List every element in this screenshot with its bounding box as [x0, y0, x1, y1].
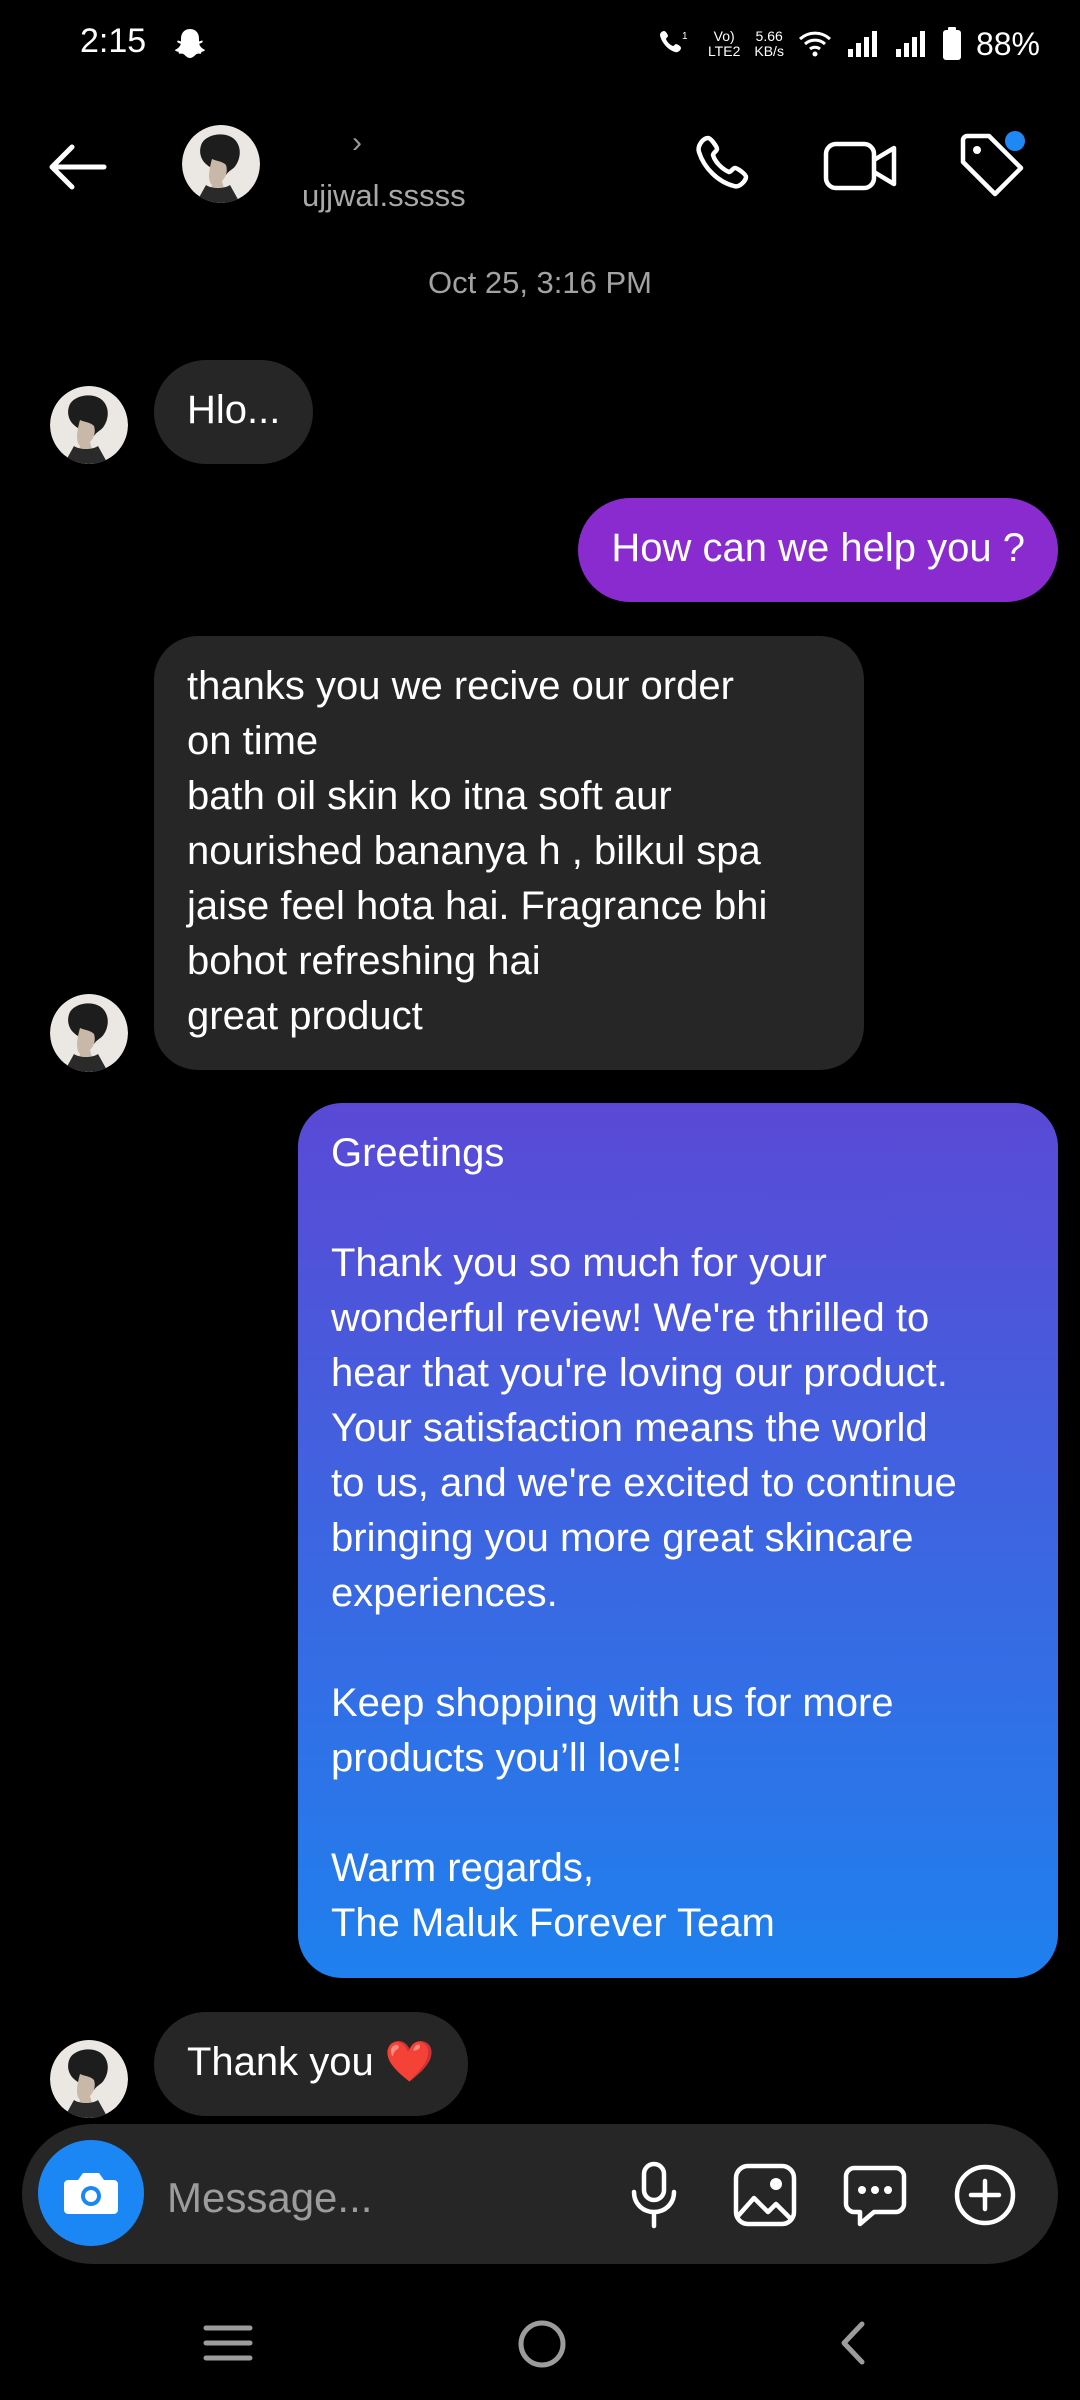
sender-avatar[interactable]: [50, 994, 128, 1072]
status-time: 2:15: [80, 22, 147, 60]
battery-percent: 88%: [975, 25, 1040, 62]
microphone-icon[interactable]: [622, 2160, 686, 2230]
message-bubble-incoming[interactable]: Thank you ❤️: [154, 2012, 468, 2116]
camera-icon: [64, 2173, 118, 2214]
wifi-icon: [798, 31, 831, 57]
message-text: Thank you: [187, 2040, 385, 2084]
snapchat-notification-icon: [175, 29, 205, 58]
message-bubble-incoming[interactable]: Hlo...: [154, 360, 314, 464]
profile-avatar[interactable]: [182, 125, 260, 203]
svg-text:1: 1: [682, 31, 688, 42]
sender-avatar[interactable]: [50, 2040, 128, 2118]
message-bubble-incoming[interactable]: thanks you we recive our order on time b…: [154, 636, 864, 1070]
camera-button[interactable]: [38, 2140, 144, 2246]
plus-circle-icon[interactable]: [950, 2160, 1020, 2230]
video-camera-icon[interactable]: [822, 130, 900, 202]
battery-icon: [942, 27, 961, 60]
sticker-chat-icon[interactable]: [840, 2160, 910, 2230]
back-arrow-icon[interactable]: [40, 130, 114, 204]
message-bubble-outgoing[interactable]: How can we help you ?: [578, 498, 1058, 602]
message-input[interactable]: [165, 2162, 589, 2234]
profile-chevron-icon[interactable]: ›: [352, 126, 362, 160]
nav-back-icon[interactable]: [828, 2316, 878, 2370]
notification-dot: [1005, 131, 1025, 151]
home-icon[interactable]: [515, 2317, 569, 2371]
network-speed: 5.66 KB/s: [754, 28, 784, 59]
sender-avatar[interactable]: [50, 386, 128, 464]
recent-apps-icon[interactable]: [200, 2320, 256, 2366]
signal-icon-1: [847, 31, 877, 57]
phone-icon[interactable]: [690, 130, 762, 202]
status-icons: 1 Vo) LTE2 5.66 KB/s 88%: [656, 22, 1040, 66]
wifi-calling-icon: 1: [659, 31, 688, 53]
header-username[interactable]: ujjwal.sssss: [302, 178, 466, 214]
message-bubble-outgoing[interactable]: Greetings Thank you so much for your won…: [298, 1103, 1058, 1978]
conversation-timestamp: Oct 25, 3:16 PM: [428, 265, 652, 300]
volte-indicator: Vo) LTE2: [707, 28, 741, 59]
signal-icon-2: [895, 31, 925, 57]
heart-emoji-icon: ❤️: [384, 2040, 435, 2084]
image-icon[interactable]: [730, 2160, 800, 2230]
